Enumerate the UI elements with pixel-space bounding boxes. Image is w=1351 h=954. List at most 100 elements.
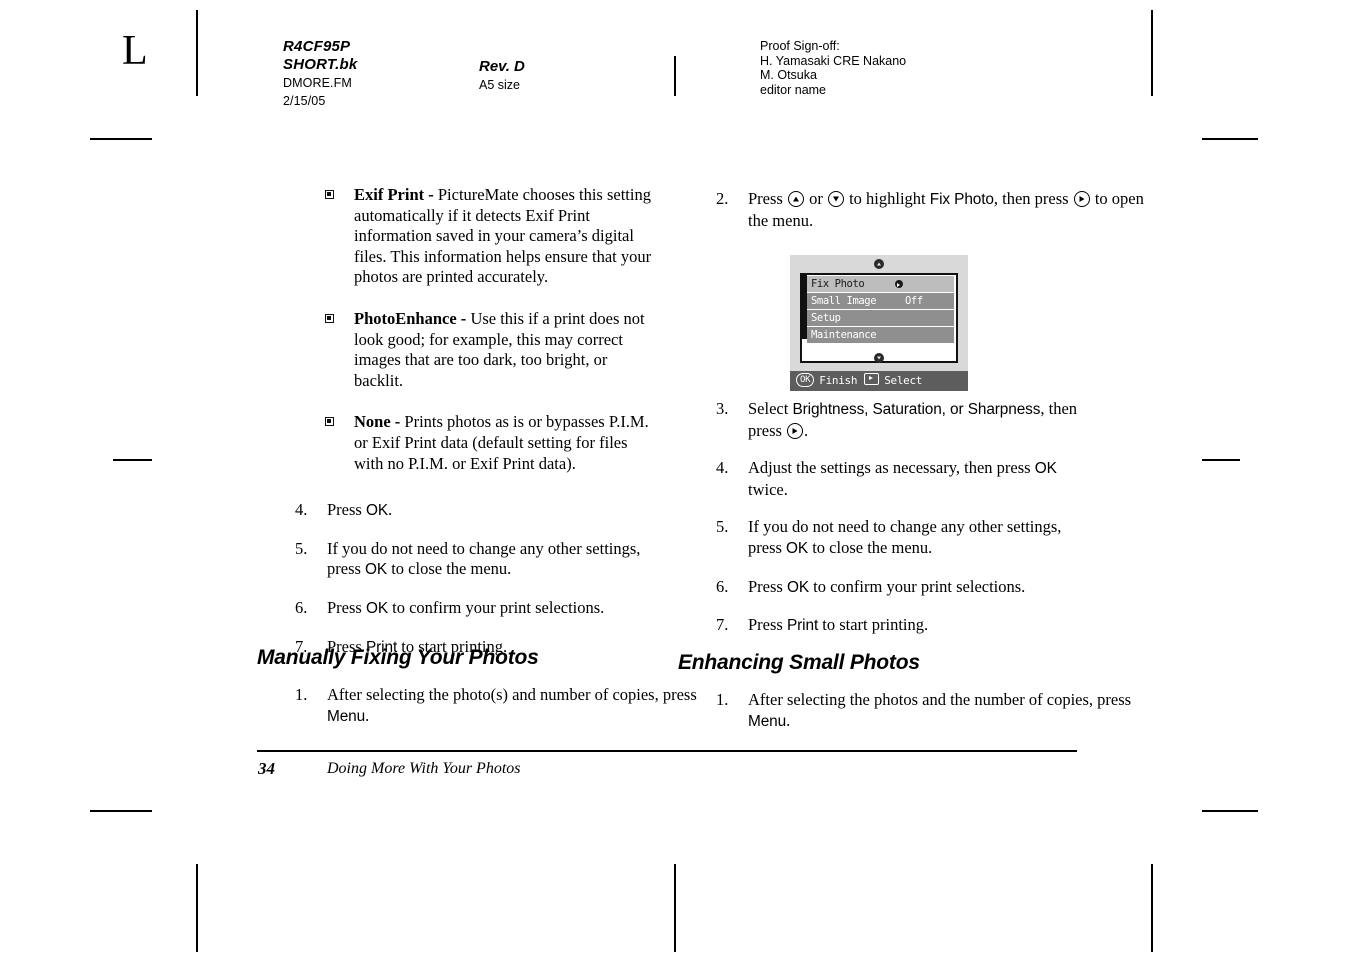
button-name: Menu [327, 707, 366, 725]
step-text-pre: After selecting the photo(s) and number … [327, 685, 697, 704]
step-number: 1. [295, 685, 308, 704]
list-item: 4. Adjust the settings as necessary, the… [678, 458, 1078, 500]
crop-mark-left-bottom [90, 810, 152, 812]
doc-name-line1: R4CF95P [283, 38, 351, 55]
list-item: 6. Press OK to confirm your print select… [678, 577, 1078, 599]
button-name: OK [365, 502, 389, 520]
step-number: 5. [295, 538, 308, 558]
crop-mark-left-top [90, 138, 152, 140]
button-name: OK [365, 561, 388, 579]
step-text-part4: , then press [993, 189, 1073, 208]
step-text-post: to start printing. [818, 615, 929, 635]
doc-file-name: DMORE.FM [283, 76, 352, 90]
crop-mark-right-top [1202, 138, 1258, 140]
step-text-post: to confirm your print selections. [388, 597, 605, 617]
document-page: L R4CF95P SHORT.bk DMORE.FM 2/15/05 Rev.… [0, 0, 1351, 954]
step-text-pre: Press [327, 597, 366, 617]
menu-item-setup[interactable]: Setup [807, 310, 954, 326]
ok-action-label: Finish [819, 374, 858, 387]
menu-item-label: Fix Photo [811, 278, 865, 290]
signoff-name-2: M. Otsuka [760, 68, 817, 83]
registration-line-left-top [196, 10, 198, 96]
arrow-right-button-icon [787, 422, 804, 439]
step-number: 4. [716, 458, 729, 478]
scroll-down-indicator-icon [874, 353, 884, 363]
signoff-name-1: H. Yamasaki CRE Nakano [760, 53, 907, 68]
ok-button-icon: OK [796, 373, 815, 387]
menu-item-fix-photo[interactable]: Fix Photo [807, 276, 954, 292]
left-steps-list: 4. Press OK. 5. If you do not need to ch… [257, 500, 657, 658]
crop-mark-right-middle [1202, 459, 1240, 461]
proof-signoff-block: Proof Sign-off: H. Yamasaki CRE Nakano M… [760, 39, 906, 97]
bullet-term: Exif Print - [354, 185, 438, 204]
lcd-status-bar: OK Finish Select [790, 371, 968, 391]
registration-line-right-top [1151, 10, 1153, 96]
list-item: 2. Press or to highlight Fix Photo, then… [678, 189, 1148, 231]
signoff-name-3: editor name [760, 82, 827, 97]
step-text-post: twice. [748, 479, 788, 499]
list-item: 1. After selecting the photos and the nu… [678, 690, 1148, 732]
bullet-square-icon [325, 417, 334, 427]
section-heading-enhancing-small-photos: Enhancing Small Photos [678, 651, 920, 674]
select-action-label: Select [884, 374, 923, 387]
registration-line-center-bottom [674, 864, 676, 952]
menu-item-small-image[interactable]: Small Image Off [807, 293, 954, 309]
step-text-pre: After selecting the photos and the numbe… [748, 690, 1132, 709]
page-number: 34 [258, 759, 275, 778]
bullet-term: None - [354, 412, 405, 432]
list-item: 5. If you do not need to change any othe… [678, 517, 1078, 559]
right-text-column: 3. Select Brightness, Saturation, or Sha… [678, 399, 1078, 657]
step-text-pre: Select [748, 399, 793, 418]
step-text-part2: or [804, 189, 827, 208]
registration-line-right-bottom [1151, 864, 1153, 952]
arrow-right-button-icon [1073, 191, 1090, 207]
arrow-up-button-icon [787, 191, 804, 207]
section-heading-manually-fixing: Manually Fixing Your Photos [257, 646, 539, 669]
submenu-indicator-icon [895, 280, 903, 288]
left-text-column: Exif Print - PictureMate chooses this se… [257, 185, 657, 678]
lcd-screen-figure: Fix Photo Small Image Off Setup Maintena… [790, 255, 968, 391]
list-item: 6. Press OK to confirm your print select… [257, 598, 657, 620]
list-item: 4. Press OK. [257, 500, 657, 522]
button-name: OK [786, 539, 809, 557]
signoff-label: Proof Sign-off: [760, 39, 840, 53]
step-number: 6. [716, 576, 729, 596]
crop-mark-right-bottom [1202, 810, 1258, 812]
settings-bullet-list: Exif Print - PictureMate chooses this se… [257, 185, 657, 474]
step-text-post: . [786, 710, 791, 730]
step-number: 5. [716, 517, 729, 537]
list-item: 5. If you do not need to change any othe… [257, 539, 657, 581]
menu-item-label: Setup [811, 312, 841, 324]
step-number: 1. [716, 690, 729, 709]
list-item: 3. Select Brightness, Saturation, or Sha… [678, 399, 1078, 441]
list-item: 7. Press Print to start printing. [678, 615, 1078, 637]
step-number: 6. [295, 597, 308, 617]
menu-item-label: Maintenance [811, 329, 877, 341]
menu-item-maintenance[interactable]: Maintenance [807, 327, 954, 343]
step-text-part3: to highlight [844, 189, 930, 208]
step-text-pre: Press [327, 500, 366, 520]
doc-date: 2/15/05 [283, 94, 326, 108]
list-item: 1. After selecting the photo(s) and numb… [257, 685, 727, 727]
button-name: OK [365, 599, 389, 617]
registration-line-center-top [674, 56, 676, 96]
step-text-pre: Press [748, 576, 787, 596]
doc-name-line2: SHORT.bk [283, 56, 358, 73]
list-item: PhotoEnhance - Use this if a print does … [257, 309, 657, 391]
menu-item-name: Fix Photo [929, 191, 994, 208]
button-name: Menu [748, 712, 787, 730]
step-text-post: to close the menu. [387, 559, 512, 579]
step-number: 7. [716, 615, 729, 635]
registration-line-left-bottom [196, 864, 198, 952]
step-number: 3. [716, 399, 729, 418]
footer-chapter-title: Doing More With Your Photos [327, 760, 521, 777]
page-side-letter: L [122, 28, 148, 74]
step-number: 4. [295, 500, 308, 520]
paper-size: A5 size [479, 78, 520, 92]
revision-label: Rev. D [479, 58, 525, 75]
step-text-part1: Press [748, 189, 787, 208]
step-text-post: to confirm your print selections. [809, 576, 1026, 596]
document-id-block: R4CF95P SHORT.bk DMORE.FM 2/15/05 [283, 38, 357, 110]
lcd-menu-panel: Fix Photo Small Image Off Setup Maintena… [800, 273, 958, 363]
step-text-post: to close the menu. [808, 537, 933, 557]
